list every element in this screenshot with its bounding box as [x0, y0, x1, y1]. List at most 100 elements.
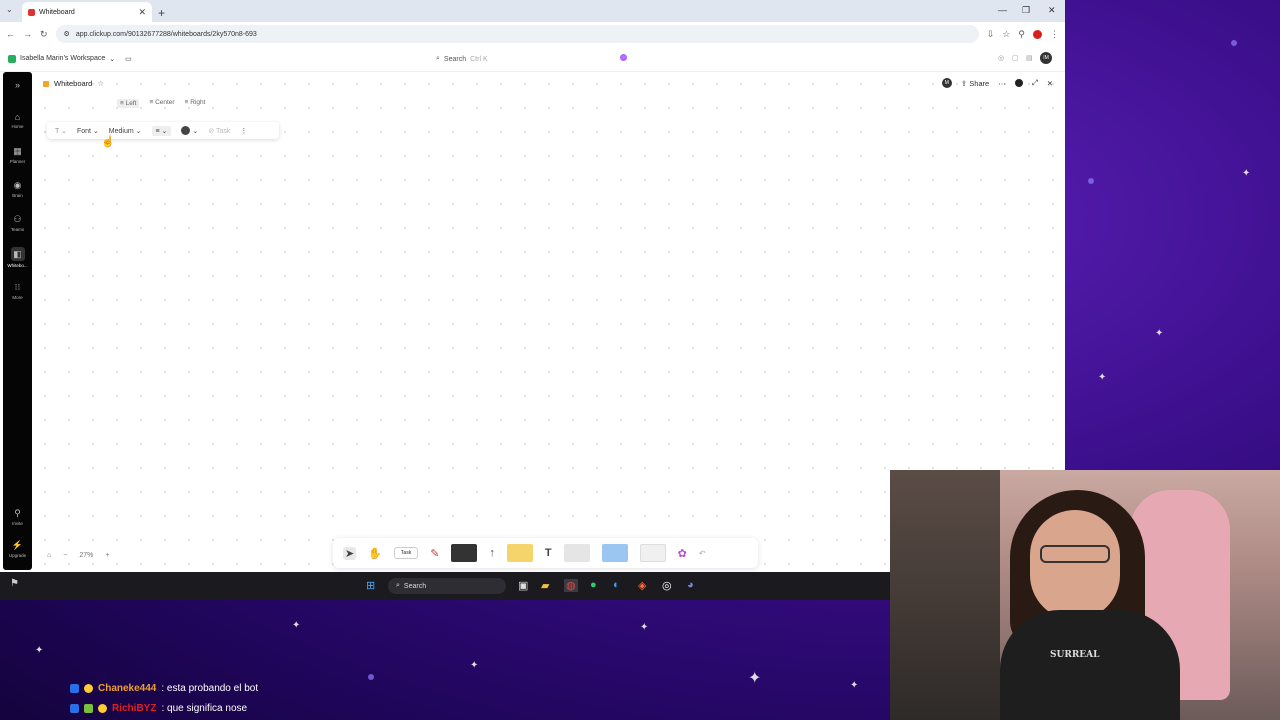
sidebar-item-home[interactable]: ⌂ Home	[3, 112, 32, 129]
expand-icon[interactable]: ⤢	[1032, 78, 1038, 88]
zoom-level[interactable]: 27%	[79, 552, 93, 559]
zoom-in-icon[interactable]: +	[105, 552, 109, 559]
calendar-icon: ▦	[13, 146, 22, 156]
sidebar-item-label: Whitebo...	[7, 263, 28, 268]
zoom-controls: ⌂ − 27% +	[47, 552, 109, 559]
align-dropdown[interactable]: ≡ ⌄	[151, 125, 172, 136]
tab-whiteboard[interactable]: Whiteboard ✕	[22, 2, 152, 22]
text-align-menu: ≡ Left ≡ Center ≡ Right	[117, 99, 205, 108]
convert-to-task-button[interactable]: ⊘ Task	[208, 127, 230, 135]
streamer-shirt	[1000, 610, 1180, 720]
align-center-option[interactable]: ≡ Center	[149, 99, 174, 108]
widgets-icon[interactable]: ⚑	[10, 578, 19, 589]
sidebar-item-teams[interactable]: ⚇ Teams	[3, 214, 32, 232]
ai-tool-icon[interactable]: ✿	[678, 547, 687, 560]
color-swatch	[181, 126, 191, 135]
select-tool-icon[interactable]: ➤	[343, 546, 357, 560]
align-right-option[interactable]: ≡ Right	[185, 99, 206, 108]
taskbar-search[interactable]: ⌕ Search	[388, 578, 506, 594]
extensions-icon[interactable]: ⚲	[1018, 29, 1025, 40]
sidebar-item-whiteboards[interactable]: ◧ Whitebo...	[3, 247, 32, 268]
text-type-dropdown[interactable]: T ⌄	[55, 127, 67, 135]
shape-tool-icon[interactable]	[451, 544, 478, 562]
url-field[interactable]: ⚙ app.clickup.com/90132677288/whiteboard…	[55, 25, 979, 43]
minimize-icon[interactable]: —	[998, 5, 1007, 15]
task-tool[interactable]: Task	[393, 547, 419, 559]
browser-menu-icon[interactable]: ⋮	[1050, 29, 1059, 40]
upgrade-icon: ⚡	[11, 540, 24, 550]
fit-view-icon[interactable]: ⌂	[47, 552, 51, 559]
record-icon[interactable]	[1014, 79, 1023, 87]
sidebar-expand[interactable]: »	[3, 80, 32, 90]
sidebar-item-more[interactable]: ⁝⁝ More	[3, 282, 32, 300]
sidebar: » ⌂ Home ▦ Planner ◉ Brain ⚇ Teams ◧ Whi…	[3, 72, 32, 570]
docs-icon[interactable]: ▤	[1026, 54, 1033, 62]
zoom-out-icon[interactable]: −	[63, 552, 67, 559]
file-explorer-icon[interactable]: ▰	[541, 579, 549, 592]
collaborator-avatar[interactable]: M	[941, 78, 952, 88]
color-dropdown[interactable]: ⌄	[181, 126, 198, 135]
font-dropdown[interactable]: Font ⌄	[77, 127, 99, 135]
streaming-icon[interactable]: ◎	[662, 579, 672, 592]
site-info-icon[interactable]: ⚙	[64, 30, 70, 38]
size-dropdown[interactable]: Medium ⌄	[109, 127, 142, 135]
search-placeholder: Search	[443, 55, 467, 63]
media-tool-icon[interactable]	[601, 544, 628, 562]
share-button[interactable]: ⇪ Share	[961, 79, 989, 88]
clickup-favicon-icon	[28, 8, 35, 16]
templates-tool-icon[interactable]	[639, 544, 666, 562]
connector-tool-icon[interactable]: ↑	[489, 547, 495, 559]
install-icon[interactable]: ⇩	[987, 29, 995, 40]
back-icon[interactable]: ←	[6, 29, 15, 39]
close-tab-icon[interactable]: ✕	[138, 7, 146, 18]
align-right-label: Right	[190, 99, 206, 106]
sidebar-item-planner[interactable]: ▦ Planner	[3, 146, 32, 164]
sidebar-item-upgrade[interactable]: ⚡ Upgrade	[3, 540, 32, 558]
text-tool-icon[interactable]: T	[545, 547, 552, 559]
restore-icon[interactable]: ❐	[1022, 5, 1030, 16]
sidebar-item-label: Invite	[12, 521, 23, 526]
sticky-note-tool-icon[interactable]	[506, 544, 533, 562]
card-tool-icon[interactable]	[563, 544, 590, 562]
address-bar: ← → ↻ ⚙ app.clickup.com/90132677288/whit…	[0, 22, 1065, 46]
bookmark-star-icon[interactable]: ☆	[1002, 29, 1010, 40]
calendar-icon[interactable]: ▭	[125, 55, 132, 63]
windows-start-icon[interactable]: ⊞	[366, 579, 375, 592]
reload-icon[interactable]: ↻	[40, 29, 48, 40]
streamer-face	[1030, 510, 1120, 620]
app-icon[interactable]: ●	[590, 579, 597, 591]
mod-badge-icon	[84, 704, 93, 713]
discord-icon[interactable]: ◕	[687, 579, 694, 591]
check-icon[interactable]: ◎	[998, 54, 1004, 62]
new-tab-icon[interactable]: +	[158, 4, 165, 22]
edge-icon[interactable]: ◐	[613, 579, 620, 591]
ai-brain-icon[interactable]	[620, 54, 627, 61]
chat-username: RichiBYZ	[112, 703, 157, 714]
sidebar-item-brain[interactable]: ◉ Brain	[3, 180, 32, 198]
video-icon[interactable]: ▢	[1012, 54, 1019, 62]
more-options-icon[interactable]: ⋯	[998, 79, 1006, 88]
task-view-icon[interactable]: ▣	[518, 579, 528, 592]
chevron-down-icon[interactable]: ⌄	[109, 55, 115, 63]
search-input[interactable]: ⌕ Search Ctrl K	[436, 52, 636, 66]
pen-tool-icon[interactable]: ✎	[430, 547, 439, 560]
whiteboard-title[interactable]: Whiteboard	[54, 79, 92, 88]
align-left-option[interactable]: ≡ Left	[117, 99, 140, 108]
chrome-icon[interactable]: ◍	[564, 579, 578, 592]
chat-username: Chaneke444	[98, 683, 157, 694]
share-label: Share	[969, 78, 990, 88]
favorite-star-icon[interactable]: ☆	[97, 79, 104, 88]
hand-tool-icon[interactable]: ✋	[368, 547, 382, 560]
close-icon[interactable]: ✕	[1047, 79, 1053, 88]
obs-icon[interactable]: ◈	[638, 579, 646, 592]
undo-icon[interactable]: ↶	[699, 549, 706, 558]
more-options-icon[interactable]: ⋮	[240, 127, 247, 135]
whiteboard-icon: ◧	[10, 247, 25, 261]
close-window-icon[interactable]: ✕	[1048, 5, 1056, 16]
sidebar-item-invite[interactable]: ⚲ Invite	[3, 508, 32, 526]
user-avatar[interactable]: IM	[1040, 52, 1052, 64]
profile-avatar-icon[interactable]	[1033, 29, 1042, 39]
tab-list-icon[interactable]: ⌄	[6, 5, 13, 14]
workspace-switcher[interactable]: Isabella Marin's Workspace	[20, 55, 105, 62]
forward-icon[interactable]: →	[23, 29, 32, 39]
